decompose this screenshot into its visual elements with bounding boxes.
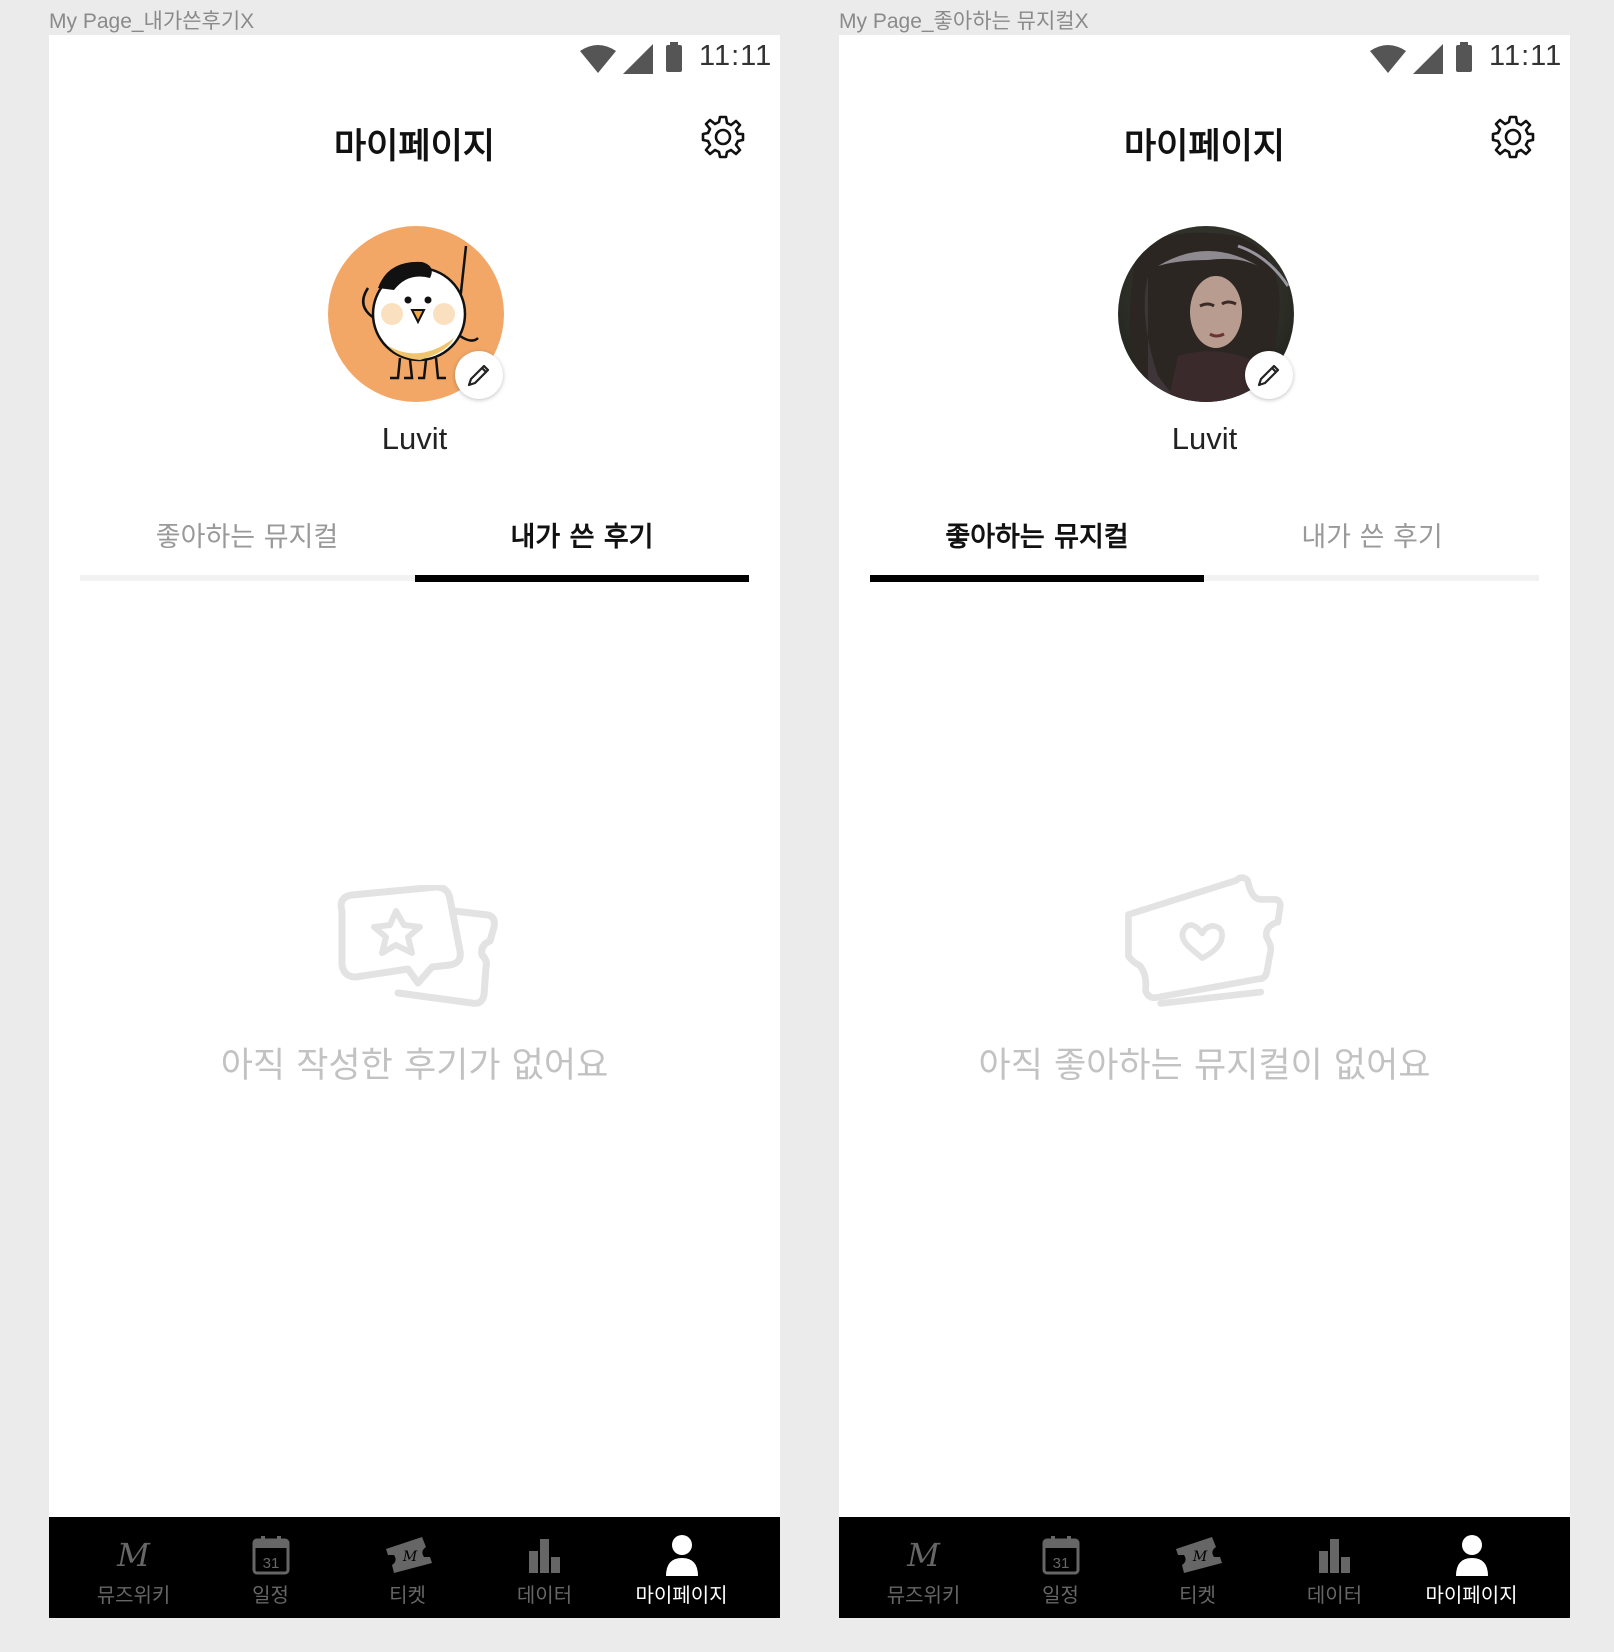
ticket-heart-icon — [1125, 874, 1284, 1007]
phone-screen-my-reviews: 11:11 마이페이지 Luvit 좋아하는 뮤지컬 내가 쓴 후기 아직 작성… — [49, 35, 780, 1618]
cellular-signal-icon — [1413, 44, 1443, 74]
battery-icon — [666, 42, 682, 72]
gear-icon — [701, 115, 745, 159]
tab-my-reviews[interactable]: 내가 쓴 후기 — [1205, 521, 1539, 571]
cellular-signal-icon — [623, 44, 653, 74]
nav-label: 뮤즈위키 — [96, 1583, 171, 1607]
nav-item-ticket[interactable]: M 티켓 — [339, 1517, 476, 1618]
page-title: 마이페이지 — [1123, 127, 1285, 167]
profile-tabs: 좋아하는 뮤지컬 내가 쓴 후기 — [80, 521, 749, 582]
nav-label: 데이터 — [1306, 1583, 1363, 1607]
status-time: 11:11 — [1489, 40, 1563, 72]
nav-label: 데이터 — [516, 1583, 573, 1607]
ticket-icon: M — [1175, 1537, 1222, 1573]
phone-screen-liked-musicals: 11:11 마이페이지 Luvit 좋아하는 뮤지컬 내가 쓴 후기 아직 좋아… — [839, 35, 1570, 1618]
pencil-icon — [1257, 364, 1280, 387]
bottom-nav: M 뮤즈위키 31 일정 M 티켓 데이터 마이페이지 — [839, 1517, 1570, 1618]
status-bar: 11:11 — [49, 35, 780, 83]
bar-chart-icon — [1318, 1539, 1350, 1573]
nav-label: 마이페이지 — [635, 1583, 728, 1607]
nav-label: 마이페이지 — [1425, 1583, 1518, 1607]
nav-label: 일정 — [1042, 1583, 1079, 1607]
tab-active-indicator — [415, 575, 749, 582]
page-title: 마이페이지 — [333, 127, 495, 167]
settings-button[interactable] — [1491, 115, 1535, 159]
empty-state-message: 아직 작성한 후기가 없어요 — [220, 1046, 609, 1086]
tab-liked-musicals[interactable]: 좋아하는 뮤지컬 — [870, 521, 1204, 571]
nav-item-schedule[interactable]: 31 일정 — [992, 1517, 1129, 1618]
nav-item-data[interactable]: 데이터 — [476, 1517, 613, 1618]
bar-chart-icon — [528, 1539, 560, 1573]
status-bar: 11:11 — [839, 35, 1570, 83]
profile-avatar-wrap — [328, 226, 506, 404]
m-logo-icon: M — [907, 1536, 940, 1574]
person-icon — [1455, 1535, 1488, 1576]
svg-text:M: M — [1191, 1549, 1207, 1565]
nav-label: 뮤즈위키 — [886, 1583, 961, 1607]
profile-tabs: 좋아하는 뮤지컬 내가 쓴 후기 — [870, 521, 1539, 582]
m-logo-icon: M — [117, 1536, 150, 1574]
nav-item-musewiki[interactable]: M 뮤즈위키 — [855, 1517, 992, 1618]
username: Luvit — [381, 421, 448, 456]
calendar-icon: 31 — [1042, 1536, 1079, 1575]
review-star-icon — [337, 885, 498, 1007]
username: Luvit — [1171, 421, 1238, 456]
pencil-icon — [467, 364, 490, 387]
nav-item-mypage[interactable]: 마이페이지 — [613, 1517, 750, 1618]
battery-icon — [1456, 42, 1472, 72]
status-time: 11:11 — [699, 40, 773, 72]
settings-button[interactable] — [701, 115, 745, 159]
wifi-icon — [580, 45, 616, 73]
nav-item-ticket[interactable]: M 티켓 — [1129, 1517, 1266, 1618]
tab-my-reviews[interactable]: 내가 쓴 후기 — [415, 521, 749, 571]
tab-active-indicator — [870, 575, 1204, 582]
frame-label: My Page_좋아하는 뮤지컬X — [839, 10, 1089, 33]
svg-text:31: 31 — [262, 1555, 279, 1572]
nav-label: 티켓 — [1179, 1583, 1216, 1607]
empty-state-message: 아직 좋아하는 뮤지컬이 없어요 — [978, 1046, 1431, 1086]
frame-label: My Page_내가쓴후기X — [49, 10, 255, 33]
svg-text:31: 31 — [1052, 1555, 1069, 1572]
nav-label: 티켓 — [389, 1583, 426, 1607]
edit-avatar-button[interactable] — [455, 351, 503, 399]
calendar-icon: 31 — [252, 1536, 289, 1575]
edit-avatar-button[interactable] — [1245, 351, 1293, 399]
nav-item-mypage[interactable]: 마이페이지 — [1403, 1517, 1540, 1618]
nav-label: 일정 — [252, 1583, 289, 1607]
wifi-icon — [1370, 45, 1406, 73]
nav-item-musewiki[interactable]: M 뮤즈위키 — [65, 1517, 202, 1618]
ticket-icon: M — [385, 1537, 432, 1573]
gear-icon — [1491, 115, 1535, 159]
svg-text:M: M — [401, 1549, 417, 1565]
person-icon — [665, 1535, 698, 1576]
tab-liked-musicals[interactable]: 좋아하는 뮤지컬 — [80, 521, 414, 571]
nav-item-data[interactable]: 데이터 — [1266, 1517, 1403, 1618]
profile-avatar-wrap — [1118, 226, 1296, 404]
bottom-nav: M 뮤즈위키 31 일정 M 티켓 데이터 마이페이지 — [49, 1517, 780, 1618]
nav-item-schedule[interactable]: 31 일정 — [202, 1517, 339, 1618]
